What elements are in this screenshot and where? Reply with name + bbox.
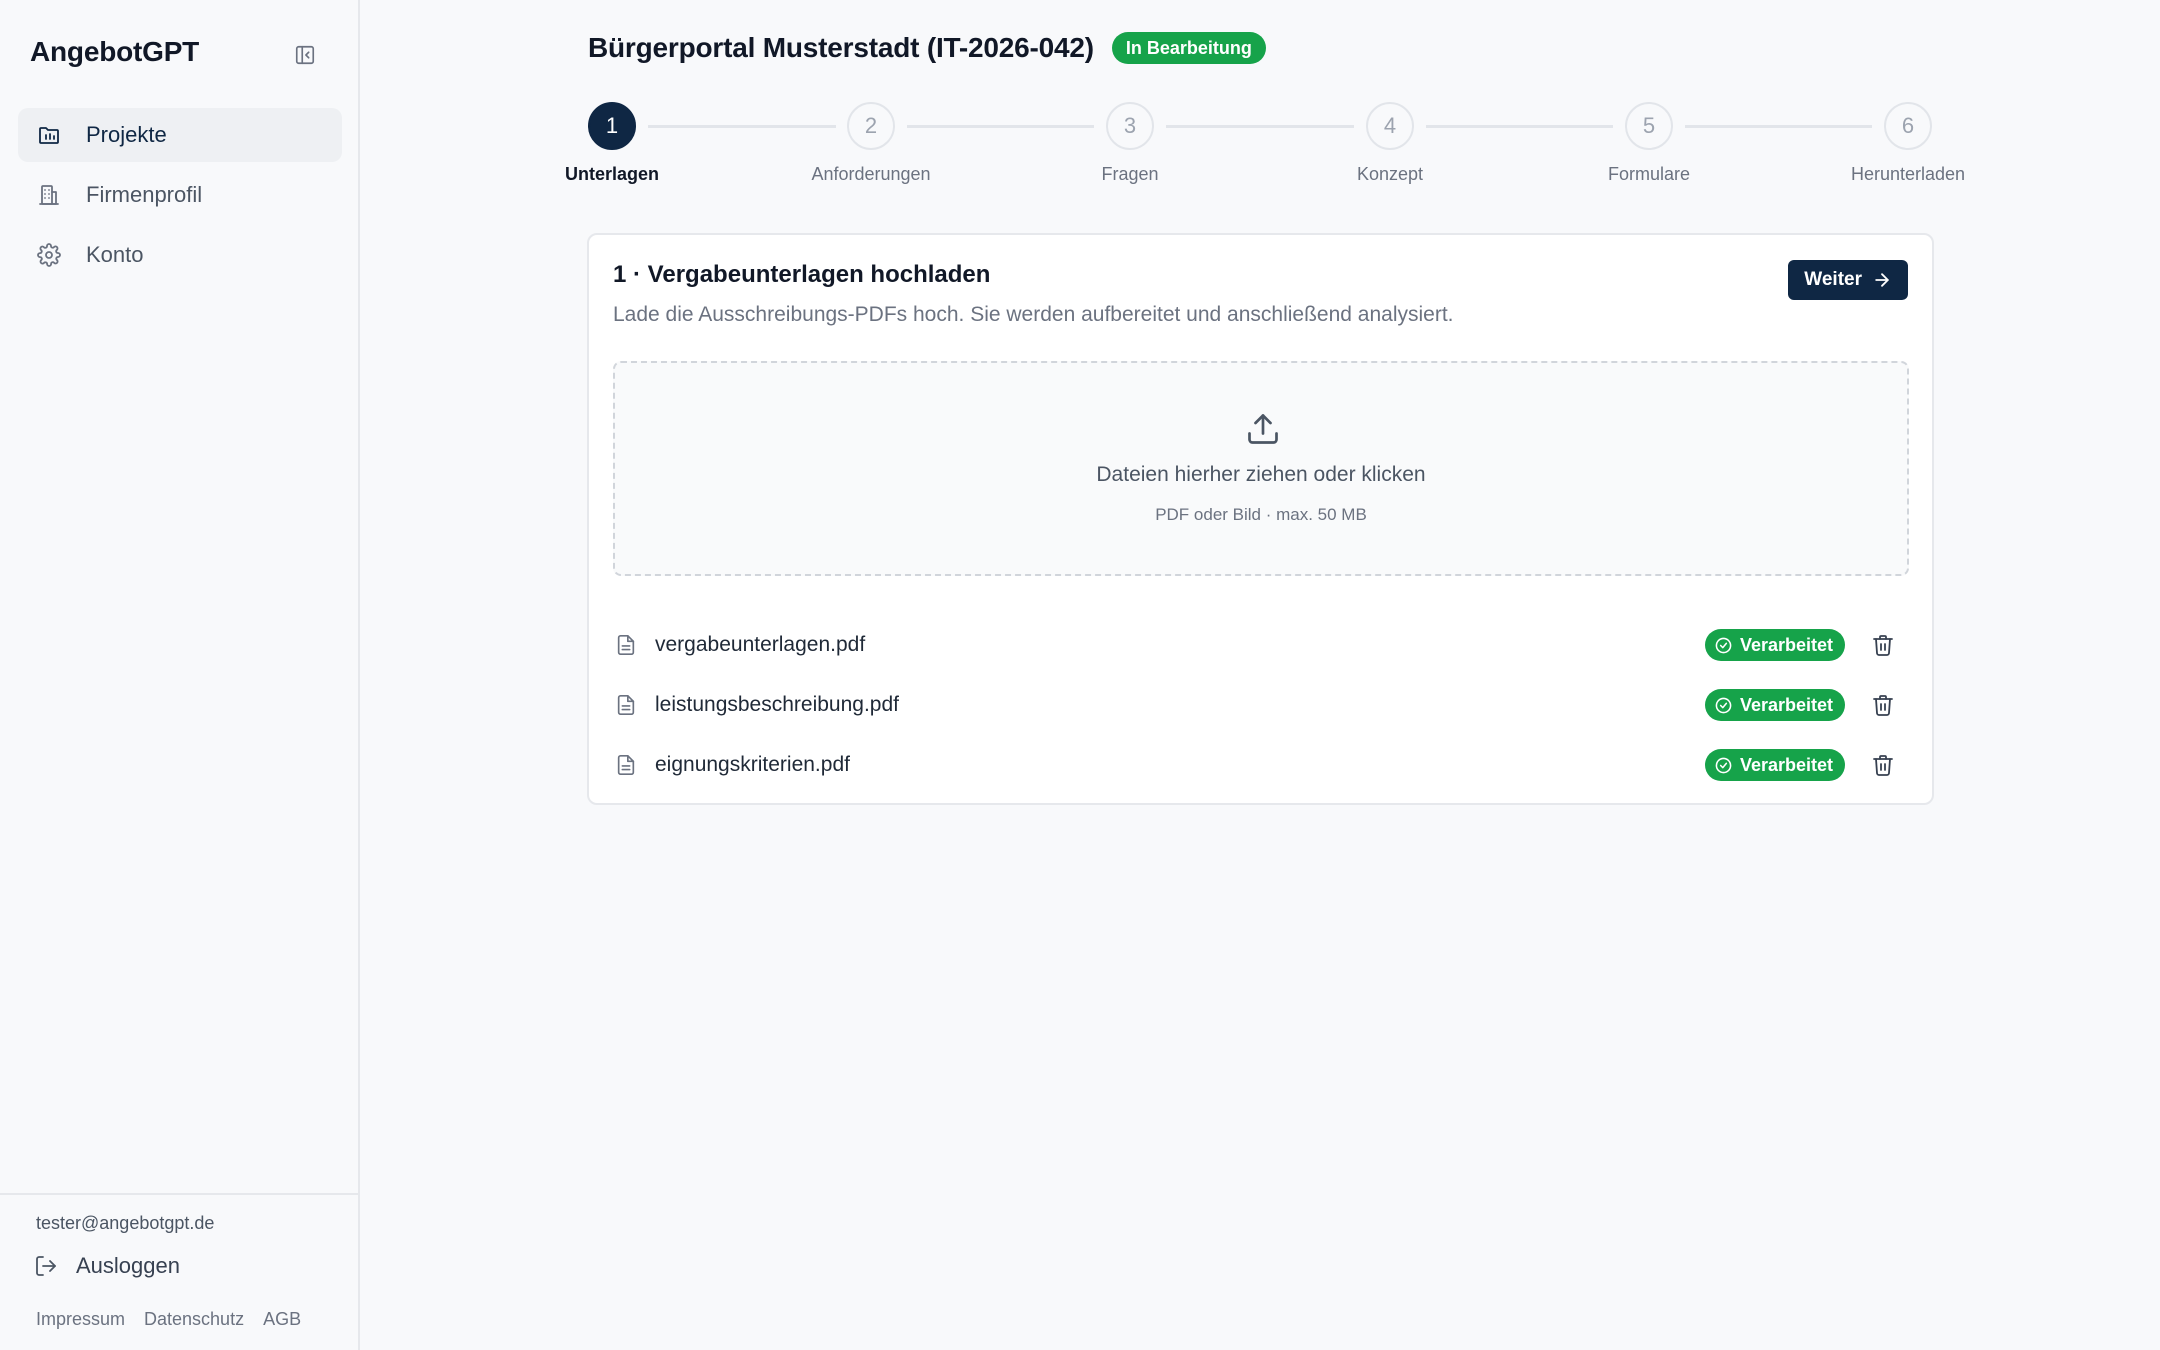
- delete-file-button[interactable]: [1869, 631, 1897, 659]
- file-status-label: Verarbeitet: [1739, 754, 1833, 775]
- sidebar-item-projekte[interactable]: Projekte: [18, 108, 342, 162]
- file-text-icon: [613, 692, 639, 718]
- file-text-icon: [613, 752, 639, 778]
- file-dropzone[interactable]: Dateien hierher ziehen oder klicken PDF …: [613, 361, 1909, 576]
- check-circle-icon: [1715, 637, 1732, 653]
- step-herunterladen[interactable]: 6 Herunterladen: [1828, 102, 1988, 185]
- next-button-label: Weiter: [1804, 269, 1862, 290]
- page-title: Bürgerportal Musterstadt (IT-2026-042): [588, 32, 1094, 63]
- check-circle-icon: [1715, 697, 1732, 713]
- page-header: Bürgerportal Musterstadt (IT-2026-042) I…: [588, 32, 1266, 64]
- step-fragen[interactable]: 3 Fragen: [1050, 102, 1210, 185]
- step-label: Unterlagen: [564, 164, 660, 184]
- step-unterlagen[interactable]: 1 Unterlagen: [532, 102, 692, 185]
- upload-card: 1 · Vergabeunterlagen hochladen Lade die…: [587, 233, 1934, 805]
- logout-icon: [34, 1253, 60, 1279]
- delete-file-button[interactable]: [1869, 691, 1897, 719]
- step-number: 6: [1884, 102, 1932, 150]
- building-icon: [36, 182, 62, 208]
- step-number: 4: [1366, 102, 1414, 150]
- file-name: vergabeunterlagen.pdf: [655, 633, 866, 656]
- step-number: 2: [847, 102, 895, 150]
- file-status-badge: Verarbeitet: [1704, 629, 1845, 661]
- legal-links: Impressum Datenschutz AGB: [36, 1309, 301, 1330]
- arrow-right-icon: [1875, 273, 1889, 287]
- file-status-label: Verarbeitet: [1739, 694, 1833, 715]
- file-status-badge: Verarbeitet: [1704, 749, 1845, 781]
- step-number: 1: [588, 102, 636, 150]
- file-status-badge: Verarbeitet: [1704, 689, 1845, 721]
- folder-chart-icon: [36, 122, 62, 148]
- sidebar-nav: Projekte Firmenprofil Konto: [18, 108, 342, 288]
- file-row: leistungsbeschreibung.pdf Verarbeitet: [613, 675, 1909, 735]
- app-brand: AngebotGPT: [30, 36, 200, 67]
- upload-icon: [1248, 414, 1278, 444]
- logout-label: Ausloggen: [76, 1253, 180, 1278]
- step-label: Konzept: [1356, 164, 1424, 184]
- dropzone-hint: PDF oder Bild · max. 50 MB: [1155, 505, 1367, 524]
- user-email: tester@angebotgpt.de: [36, 1213, 215, 1233]
- trash-icon: [1873, 755, 1893, 776]
- card-subtitle: Lade die Ausschreibungs-PDFs hoch. Sie w…: [613, 303, 1454, 326]
- next-button[interactable]: Weiter: [1788, 260, 1908, 300]
- delete-file-button[interactable]: [1869, 751, 1897, 779]
- step-konzept[interactable]: 4 Konzept: [1310, 102, 1470, 185]
- step-label: Anforderungen: [811, 164, 931, 184]
- sidebar-item-label: Konto: [86, 242, 144, 267]
- file-list: vergabeunterlagen.pdf Verarbeitet leistu…: [613, 615, 1909, 795]
- dropzone-instruction: Dateien hierher ziehen oder klicken: [1096, 463, 1426, 486]
- sidebar-collapse-icon: [295, 45, 315, 65]
- step-label: Herunterladen: [1850, 164, 1966, 184]
- step-label: Fragen: [1101, 164, 1159, 184]
- datenschutz-link[interactable]: Datenschutz: [144, 1309, 244, 1330]
- file-row: vergabeunterlagen.pdf Verarbeitet: [613, 615, 1909, 675]
- trash-icon: [1873, 635, 1893, 656]
- step-number: 3: [1106, 102, 1154, 150]
- step-number: 5: [1625, 102, 1673, 150]
- step-label: Formulare: [1607, 164, 1691, 184]
- trash-icon: [1873, 695, 1893, 716]
- check-circle-icon: [1715, 757, 1732, 773]
- sidebar: AngebotGPT Projekte Firmenprofil Konto t…: [0, 0, 360, 1350]
- status-badge: In Bearbeitung: [1111, 32, 1266, 64]
- file-name: eignungskriterien.pdf: [655, 753, 850, 776]
- sidebar-footer: tester@angebotgpt.de Ausloggen Impressum…: [0, 1193, 358, 1350]
- file-name: leistungsbeschreibung.pdf: [655, 693, 900, 716]
- file-row: eignungskriterien.pdf Verarbeitet: [613, 735, 1909, 795]
- sidebar-item-label: Projekte: [86, 122, 167, 147]
- sidebar-item-firmenprofil[interactable]: Firmenprofil: [18, 168, 342, 222]
- sidebar-item-label: Firmenprofil: [86, 182, 203, 207]
- file-status-label: Verarbeitet: [1739, 634, 1833, 655]
- file-text-icon: [613, 632, 639, 658]
- logout-button[interactable]: Ausloggen: [34, 1253, 180, 1279]
- step-formulare[interactable]: 5 Formulare: [1569, 102, 1729, 185]
- impressum-link[interactable]: Impressum: [36, 1309, 125, 1330]
- agb-link[interactable]: AGB: [263, 1309, 301, 1330]
- collapse-sidebar-button[interactable]: [290, 40, 320, 70]
- sidebar-item-konto[interactable]: Konto: [18, 228, 342, 282]
- card-title: 1 · Vergabeunterlagen hochladen: [613, 261, 991, 288]
- step-anforderungen[interactable]: 2 Anforderungen: [791, 102, 951, 185]
- gear-icon: [36, 242, 62, 268]
